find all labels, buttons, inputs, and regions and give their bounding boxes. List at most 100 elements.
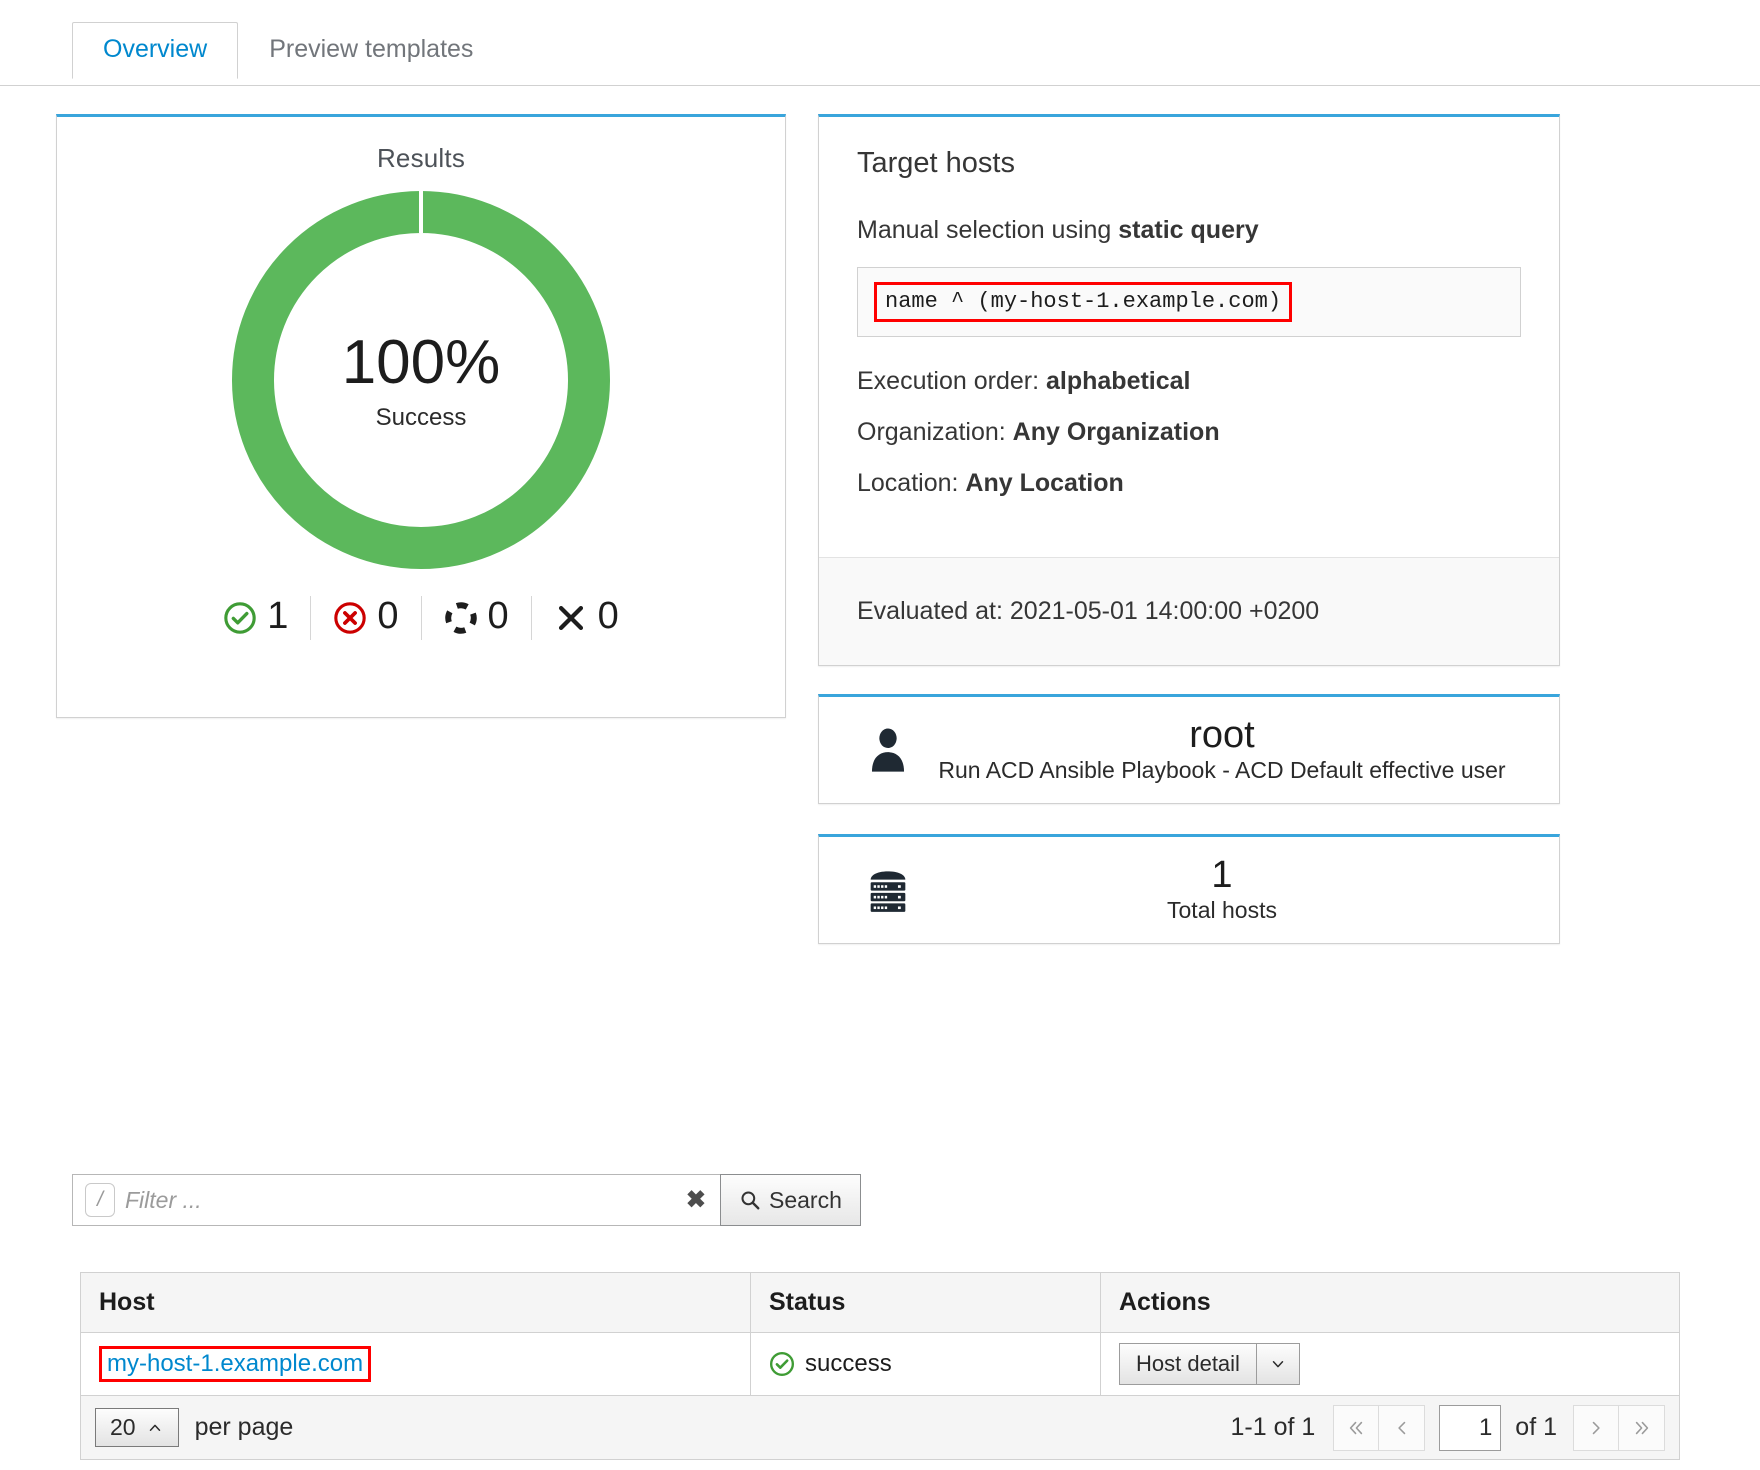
tab-preview-templates[interactable]: Preview templates <box>238 22 504 78</box>
legend-item-pending[interactable]: 0 <box>422 596 532 640</box>
slash-shortcut-badge: / <box>85 1183 115 1217</box>
chevron-left-icon <box>1398 1421 1406 1434</box>
pagination-next-button[interactable] <box>1573 1404 1619 1451</box>
results-title: Results <box>376 143 466 173</box>
tab-bar: Overview Preview templates <box>0 0 1760 86</box>
column-header-status[interactable]: Status <box>750 1272 1101 1333</box>
target-hosts-title: Target hosts <box>857 147 1015 179</box>
user-icon-wrap <box>845 724 931 776</box>
donut-percent: 100% <box>341 328 501 397</box>
page-number-input[interactable] <box>1439 1404 1502 1451</box>
chevron-up-icon <box>149 1424 160 1431</box>
evaluated-at-text: Evaluated at: 2021-05-01 14:00:00 +0200 <box>857 597 1320 625</box>
hosts-table-body: my-host-1.example.com success Host detai… <box>80 1332 1680 1396</box>
execution-order-value: alphabetical <box>1046 366 1191 395</box>
effective-user-inner: root Run ACD Ansible Playbook - ACD Defa… <box>819 697 1559 803</box>
host-detail-button-group: Host detail <box>1119 1343 1300 1385</box>
execution-order-line: Execution order: alphabetical <box>857 367 1521 396</box>
user-icon <box>871 728 905 772</box>
location-label: Location: <box>857 468 966 497</box>
donut-center-text: 100% Success <box>206 332 636 432</box>
legend-pending-count: 0 <box>487 595 509 637</box>
evaluated-at-footer: Evaluated at: 2021-05-01 14:00:00 +0200 <box>819 557 1559 665</box>
organization-line: Organization: Any Organization <box>857 418 1521 447</box>
cancelled-x-icon <box>558 605 583 631</box>
effective-user-name: root <box>1189 713 1255 756</box>
results-card: Results 100% Success 1 0 0 0 <box>56 114 786 718</box>
legend-cancelled-count: 0 <box>597 595 619 637</box>
tab-preview-templates-label: Preview templates <box>269 35 474 63</box>
error-circle-icon <box>334 602 367 634</box>
host-detail-dropdown-toggle[interactable] <box>1256 1343 1300 1385</box>
effective-user-card: root Run ACD Ansible Playbook - ACD Defa… <box>818 694 1560 804</box>
total-hosts-count: 1 <box>1211 853 1233 896</box>
column-header-actions[interactable]: Actions <box>1100 1272 1680 1333</box>
total-hosts-label: Total hosts <box>1167 897 1277 924</box>
host-link[interactable]: my-host-1.example.com <box>99 1346 372 1382</box>
double-chevron-right-icon <box>1635 1421 1648 1434</box>
hosts-table-wrap: Host Status Actions my-host-1.example.co… <box>80 1272 1680 1396</box>
filter-bar: / Filter ... ✖ Search <box>72 1174 861 1226</box>
tab-overview-label: Overview <box>103 35 208 63</box>
check-circle-icon <box>769 1351 795 1377</box>
pagination-prev-button[interactable] <box>1379 1404 1426 1451</box>
organization-label: Organization: <box>857 417 1013 446</box>
status-badge: success <box>769 1350 1082 1378</box>
search-input-wrap[interactable]: / Filter ... ✖ <box>72 1174 720 1226</box>
check-circle-icon <box>224 602 256 634</box>
tab-overview[interactable]: Overview <box>72 22 239 79</box>
target-hosts-body: Target hosts Manual selection using stat… <box>819 117 1559 528</box>
organization-value: Any Organization <box>1012 417 1220 446</box>
server-icon-wrap <box>845 864 931 916</box>
chevron-right-icon <box>1592 1421 1600 1434</box>
legend-item-cancelled[interactable]: 0 <box>532 596 641 640</box>
server-rack-icon <box>870 871 906 912</box>
hosts-table: Host Status Actions my-host-1.example.co… <box>80 1272 1680 1396</box>
effective-user-text: root Run ACD Ansible Playbook - ACD Defa… <box>931 713 1533 785</box>
execution-order-label: Execution order: <box>857 366 1046 395</box>
pagination-controls: 1-1 of 1 of 1 <box>1230 1404 1665 1451</box>
cell-actions: Host detail <box>1100 1332 1680 1396</box>
pagination-last-button[interactable] <box>1619 1404 1665 1451</box>
legend-success-count: 1 <box>267 595 289 637</box>
total-hosts-inner: 1 Total hosts <box>819 837 1559 943</box>
donut-percent-label: Success <box>375 404 467 431</box>
pending-dashed-circle-icon <box>444 602 477 634</box>
tab-list: Overview Preview templates <box>72 22 504 79</box>
total-hosts-text: 1 Total hosts <box>931 853 1533 925</box>
search-button-label: Search <box>769 1186 842 1213</box>
clear-x-icon[interactable]: ✖ <box>686 1186 706 1215</box>
page-root: Overview Preview templates Results 100% … <box>0 0 1760 1470</box>
location-line: Location: Any Location <box>857 469 1521 498</box>
per-page-label: per page <box>194 1413 294 1441</box>
results-donut-chart: 100% Success <box>206 180 636 590</box>
query-text: name ^ (my-host-1.example.com) <box>874 282 1293 322</box>
per-page-dropdown[interactable]: 20 <box>95 1408 179 1447</box>
column-header-host[interactable]: Host <box>80 1272 751 1333</box>
target-hosts-card: Target hosts Manual selection using stat… <box>818 114 1560 666</box>
pagination-range-text: 1-1 of 1 <box>1230 1413 1316 1441</box>
slash-shortcut-label: / <box>97 1188 103 1211</box>
hosts-table-head: Host Status Actions <box>80 1272 1680 1333</box>
table-row: my-host-1.example.com success Host detai… <box>80 1332 1680 1396</box>
selection-mode-prefix: Manual selection using <box>857 216 1119 244</box>
location-value: Any Location <box>965 468 1124 497</box>
pagination-bar: 20 per page 1-1 of 1 of 1 <box>80 1396 1680 1460</box>
host-detail-button[interactable]: Host detail <box>1119 1343 1257 1385</box>
results-legend: 1 0 0 0 <box>57 596 785 640</box>
effective-user-description: Run ACD Ansible Playbook - ACD Default e… <box>938 757 1506 784</box>
status-text: success <box>805 1350 892 1377</box>
selection-mode-value: static query <box>1118 216 1259 244</box>
double-chevron-left-icon <box>1350 1421 1363 1434</box>
total-hosts-card: 1 Total hosts <box>818 834 1560 944</box>
per-page-value: 20 <box>110 1414 136 1440</box>
search-button[interactable]: Search <box>720 1174 861 1226</box>
cell-host: my-host-1.example.com <box>80 1332 751 1396</box>
cell-status: success <box>750 1332 1101 1396</box>
legend-item-failed[interactable]: 0 <box>311 596 422 640</box>
pagination-first-button[interactable] <box>1333 1404 1380 1451</box>
selection-mode-line: Manual selection using static query <box>857 216 1521 245</box>
query-box: name ^ (my-host-1.example.com) <box>857 267 1521 337</box>
search-input-placeholder: Filter ... <box>125 1186 202 1213</box>
legend-item-success[interactable]: 1 <box>201 595 312 640</box>
